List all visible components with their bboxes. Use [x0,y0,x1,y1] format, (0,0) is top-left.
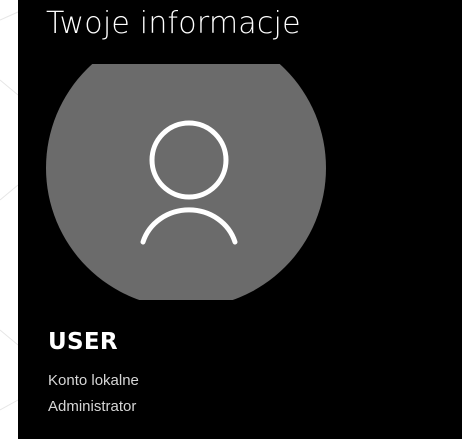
settings-window: Twoje informacje USER Konto lokalne Admi… [0,0,462,439]
avatar[interactable] [46,64,327,300]
avatar-circle [46,64,326,300]
user-name: USER [48,329,118,355]
user-info-panel: Twoje informacje USER Konto lokalne Admi… [18,0,462,439]
page-title: Twoje informacje [46,6,301,41]
account-role-label: Administrator [48,398,137,415]
account-type-label: Konto lokalne [48,372,139,389]
